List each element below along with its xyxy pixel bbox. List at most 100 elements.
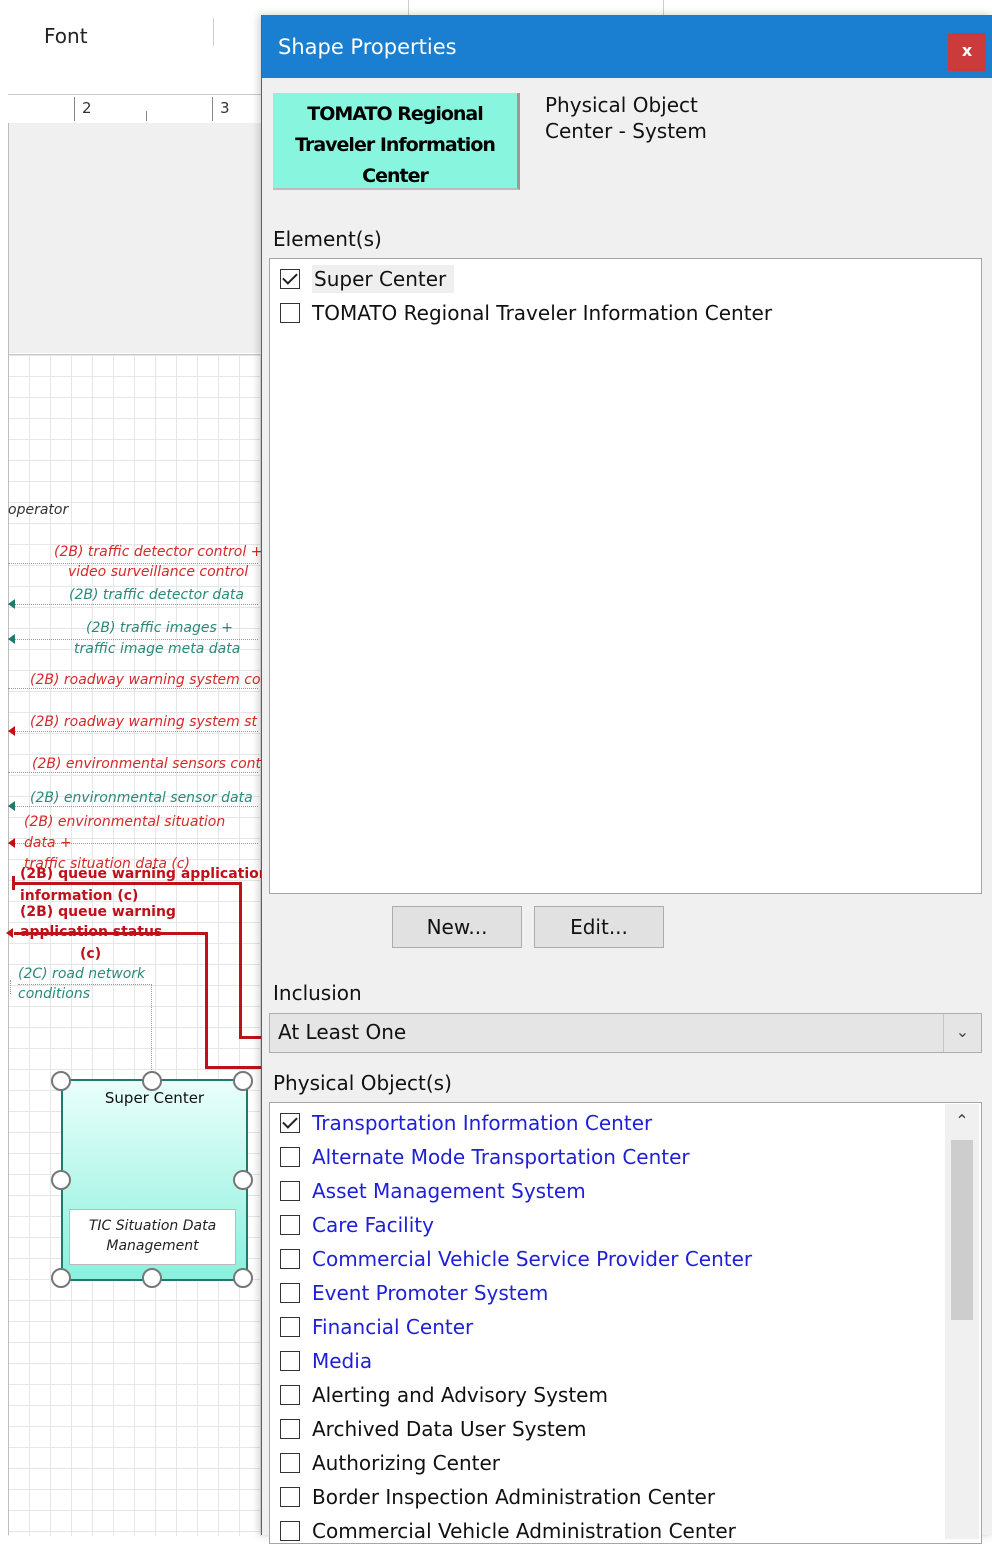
physical-object-item[interactable]: Asset Management System bbox=[280, 1176, 586, 1206]
physical-object-label: Asset Management System bbox=[312, 1179, 586, 1203]
flow-label: data + bbox=[24, 835, 72, 851]
flow-label: (2B) queue warning bbox=[20, 904, 176, 920]
flow-label: (2C) road network bbox=[18, 966, 146, 982]
checkbox-checked-icon[interactable] bbox=[280, 1113, 300, 1133]
flow-label: (2B) traffic detector control + bbox=[54, 544, 263, 560]
checkbox-icon[interactable] bbox=[280, 1215, 300, 1235]
physical-object-item[interactable]: Alerting and Advisory System bbox=[280, 1380, 608, 1410]
resize-handle[interactable] bbox=[51, 1268, 71, 1288]
flow-connector bbox=[239, 1036, 262, 1039]
resize-handle[interactable] bbox=[51, 1170, 71, 1190]
elements-label: Element(s) bbox=[273, 227, 382, 251]
super-center-shape[interactable]: Super Center TIC Situation Data Manageme… bbox=[61, 1079, 248, 1281]
ruler-mark: 2 bbox=[82, 99, 92, 117]
physical-object-item[interactable]: Commercial Vehicle Administration Center bbox=[280, 1516, 736, 1546]
physical-object-label: Alerting and Advisory System bbox=[312, 1383, 608, 1407]
checkbox-checked-icon[interactable] bbox=[280, 269, 300, 289]
physical-object-item[interactable]: Commercial Vehicle Service Provider Cent… bbox=[280, 1244, 752, 1274]
elements-list[interactable]: Super Center TOMATO Regional Traveler In… bbox=[269, 258, 982, 894]
checkbox-icon[interactable] bbox=[280, 1181, 300, 1201]
checkbox-icon[interactable] bbox=[280, 303, 300, 323]
physical-object-label: Archived Data User System bbox=[312, 1417, 587, 1441]
flow-label: (2B) environmental sensors cont bbox=[32, 756, 262, 772]
flow-label: (2B) environmental situation bbox=[24, 814, 226, 830]
resize-handle[interactable] bbox=[233, 1170, 253, 1190]
flow-connector bbox=[205, 932, 208, 1068]
physical-object-label: Commercial Vehicle Administration Center bbox=[312, 1519, 736, 1543]
physical-object-label: Media bbox=[312, 1349, 373, 1373]
element-item[interactable]: Super Center bbox=[280, 264, 455, 294]
physical-objects-label: Physical Object(s) bbox=[273, 1071, 452, 1095]
physical-object-label: Authorizing Center bbox=[312, 1451, 500, 1475]
flow-line bbox=[10, 980, 11, 994]
flow-label: (c) bbox=[80, 946, 102, 962]
resize-handle[interactable] bbox=[233, 1071, 253, 1091]
vertical-scrollbar[interactable]: ⌃ bbox=[945, 1104, 979, 1539]
shape-kind-sub: Center - System bbox=[545, 119, 707, 143]
ribbon-separator bbox=[213, 18, 214, 46]
scrollbar-thumb[interactable] bbox=[951, 1140, 973, 1320]
flow-label: traffic image meta data bbox=[74, 641, 241, 657]
physical-object-item[interactable]: Archived Data User System bbox=[280, 1414, 587, 1444]
close-button[interactable]: x bbox=[948, 33, 986, 71]
checkbox-icon[interactable] bbox=[280, 1147, 300, 1167]
arrowhead bbox=[8, 801, 15, 811]
flow-label: video surveillance control bbox=[68, 564, 249, 580]
physical-object-item[interactable]: Border Inspection Administration Center bbox=[280, 1482, 715, 1512]
shape-properties-dialog: Shape Properties x TOMATO Regional Trave… bbox=[261, 15, 992, 1544]
inclusion-select[interactable]: At Least One ⌄ bbox=[269, 1013, 982, 1053]
physical-object-item[interactable]: Media bbox=[280, 1346, 372, 1376]
new-button[interactable]: New... bbox=[392, 906, 522, 948]
physical-object-item[interactable]: Transportation Information Center bbox=[280, 1108, 652, 1138]
flow-label: (2B) roadway warning system co bbox=[30, 672, 261, 688]
ruler-tick bbox=[74, 97, 75, 121]
arrowhead bbox=[8, 599, 15, 609]
checkbox-icon[interactable] bbox=[280, 1351, 300, 1371]
resize-handle[interactable] bbox=[142, 1071, 162, 1091]
flow-label: (2B) traffic images + bbox=[86, 620, 233, 636]
shape-preview-label: TOMATO Regional Traveler Information Cen… bbox=[295, 103, 496, 187]
shape-kind: Physical Object bbox=[545, 93, 698, 117]
scroll-up-icon[interactable]: ⌃ bbox=[945, 1104, 979, 1138]
flow-line bbox=[18, 984, 152, 985]
physical-object-item[interactable]: Alternate Mode Transportation Center bbox=[280, 1142, 690, 1172]
ruler-tick bbox=[212, 97, 213, 121]
physical-objects-list[interactable]: Transportation Information Center Altern… bbox=[269, 1102, 982, 1544]
physical-object-label: Commercial Vehicle Service Provider Cent… bbox=[312, 1247, 753, 1271]
physical-object-label: Border Inspection Administration Center bbox=[312, 1485, 716, 1509]
physical-object-item[interactable]: Event Promoter System bbox=[280, 1278, 548, 1308]
flow-label: application status bbox=[20, 924, 163, 940]
checkbox-icon[interactable] bbox=[280, 1317, 300, 1337]
element-label: Super Center bbox=[312, 265, 455, 293]
flow-label: (2B) traffic detector data bbox=[69, 587, 244, 603]
checkbox-icon[interactable] bbox=[280, 1521, 300, 1541]
shape-title: Super Center bbox=[104, 1089, 205, 1107]
ruler-tick bbox=[146, 111, 147, 121]
checkbox-icon[interactable] bbox=[280, 1249, 300, 1269]
arrowhead bbox=[6, 928, 13, 938]
flow-line bbox=[151, 984, 152, 1078]
arrowhead bbox=[8, 726, 15, 736]
dialog-title-bar[interactable]: Shape Properties x bbox=[262, 15, 992, 78]
checkbox-icon[interactable] bbox=[280, 1385, 300, 1405]
checkbox-icon[interactable] bbox=[280, 1283, 300, 1303]
chevron-down-icon[interactable]: ⌄ bbox=[943, 1014, 981, 1052]
flow-connector bbox=[12, 876, 15, 890]
flow-connector bbox=[205, 1066, 262, 1069]
element-item[interactable]: TOMATO Regional Traveler Information Cen… bbox=[280, 298, 772, 328]
checkbox-icon[interactable] bbox=[280, 1487, 300, 1507]
checkbox-icon[interactable] bbox=[280, 1419, 300, 1439]
physical-object-item[interactable]: Financial Center bbox=[280, 1312, 473, 1342]
physical-object-label: Care Facility bbox=[312, 1213, 434, 1237]
resize-handle[interactable] bbox=[51, 1071, 71, 1091]
checkbox-icon[interactable] bbox=[280, 1453, 300, 1473]
flow-label: (2B) roadway warning system st bbox=[30, 714, 258, 730]
resize-handle[interactable] bbox=[142, 1268, 162, 1288]
physical-object-label: Transportation Information Center bbox=[312, 1111, 653, 1135]
resize-handle[interactable] bbox=[233, 1268, 253, 1288]
shape-function-box: TIC Situation Data Management bbox=[69, 1209, 236, 1265]
edit-button[interactable]: Edit... bbox=[534, 906, 664, 948]
element-label: TOMATO Regional Traveler Information Cen… bbox=[312, 301, 773, 325]
physical-object-item[interactable]: Authorizing Center bbox=[280, 1448, 500, 1478]
physical-object-item[interactable]: Care Facility bbox=[280, 1210, 434, 1240]
